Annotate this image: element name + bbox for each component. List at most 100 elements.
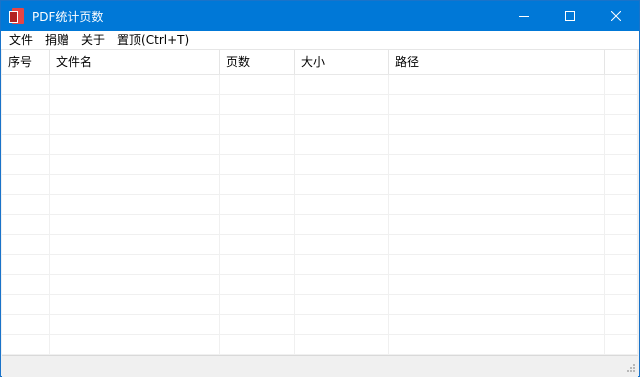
pdf-app-icon xyxy=(9,8,25,24)
grid-cell xyxy=(50,235,220,254)
grid-cell xyxy=(50,115,220,134)
grid-cell xyxy=(295,215,389,234)
empty-grid-row xyxy=(2,255,638,275)
grid-cell xyxy=(295,255,389,274)
column-header-size[interactable]: 大小 xyxy=(295,50,389,74)
grid-cell xyxy=(50,75,220,94)
grid-cell xyxy=(295,155,389,174)
grid-cell xyxy=(605,255,638,274)
grid-cell xyxy=(389,195,605,214)
grid-cell xyxy=(220,215,295,234)
grid-cell xyxy=(295,195,389,214)
grid-cell xyxy=(605,135,638,154)
empty-grid-row xyxy=(2,115,638,135)
window-title: PDF统计页数 xyxy=(32,9,104,24)
menu-about[interactable]: 关于 xyxy=(75,31,111,49)
grid-cell xyxy=(2,195,50,214)
grid-cell xyxy=(2,75,50,94)
empty-grid-row xyxy=(2,135,638,155)
grid-cell xyxy=(295,95,389,114)
grid-cell xyxy=(2,255,50,274)
grid-cell xyxy=(389,75,605,94)
grid-cell xyxy=(389,175,605,194)
menu-topmost[interactable]: 置顶(Ctrl+T) xyxy=(111,31,195,49)
empty-grid-row xyxy=(2,155,638,175)
grid-cell xyxy=(295,315,389,334)
grid-cell xyxy=(50,335,220,354)
grid-cell xyxy=(220,95,295,114)
grid-cell xyxy=(389,275,605,294)
grid-cell xyxy=(50,195,220,214)
grid-cell xyxy=(295,235,389,254)
grid-cell xyxy=(2,335,50,354)
column-header-filename[interactable]: 文件名 xyxy=(50,50,220,74)
grid-cell xyxy=(220,155,295,174)
minimize-button[interactable] xyxy=(501,1,547,31)
grid-cell xyxy=(295,135,389,154)
grid-cell xyxy=(389,315,605,334)
pdf-icon-page-front xyxy=(9,11,18,23)
list-header: 序号 文件名 页数 大小 路径 xyxy=(2,50,638,75)
empty-grid-row xyxy=(2,75,638,95)
grid-cell xyxy=(220,195,295,214)
grid-cell xyxy=(50,295,220,314)
grid-cell xyxy=(389,295,605,314)
grid-cell xyxy=(605,215,638,234)
column-header-pages[interactable]: 页数 xyxy=(220,50,295,74)
grid-cell xyxy=(2,115,50,134)
maximize-button[interactable] xyxy=(547,1,593,31)
menu-file[interactable]: 文件 xyxy=(3,31,39,49)
menu-bar: 文件 捐赠 关于 置顶(Ctrl+T) xyxy=(1,31,639,50)
grid-cell xyxy=(220,235,295,254)
empty-grid-row xyxy=(2,215,638,235)
grid-cell xyxy=(50,175,220,194)
grid-cell xyxy=(50,275,220,294)
grid-cell xyxy=(605,195,638,214)
size-grip-icon[interactable] xyxy=(624,363,636,375)
grid-cell xyxy=(50,215,220,234)
grid-cell xyxy=(605,235,638,254)
close-button[interactable] xyxy=(593,1,639,31)
empty-grid-row xyxy=(2,335,638,354)
grid-cell xyxy=(220,115,295,134)
grid-cell xyxy=(2,135,50,154)
grid-cell xyxy=(295,175,389,194)
grid-cell xyxy=(2,295,50,314)
column-header-filler xyxy=(605,50,638,74)
grid-cell xyxy=(295,335,389,354)
grid-cell xyxy=(2,275,50,294)
column-header-path[interactable]: 路径 xyxy=(389,50,605,74)
status-bar xyxy=(2,355,638,377)
grid-cell xyxy=(2,175,50,194)
empty-grid-row xyxy=(2,275,638,295)
grid-cell xyxy=(2,155,50,174)
grid-cell xyxy=(389,115,605,134)
grid-cell xyxy=(389,235,605,254)
grid-cell xyxy=(295,75,389,94)
empty-grid-row xyxy=(2,235,638,255)
grid-cell xyxy=(220,275,295,294)
grid-cell xyxy=(605,95,638,114)
empty-grid-row xyxy=(2,195,638,215)
menu-donate[interactable]: 捐赠 xyxy=(39,31,75,49)
grid-cell xyxy=(605,275,638,294)
grid-cell xyxy=(50,255,220,274)
grid-cell xyxy=(389,335,605,354)
grid-cell xyxy=(605,295,638,314)
grid-cell xyxy=(220,295,295,314)
minimize-icon xyxy=(519,16,529,17)
window-controls xyxy=(501,1,639,31)
grid-cell xyxy=(50,95,220,114)
file-list-view[interactable]: 序号 文件名 页数 大小 路径 xyxy=(2,50,638,354)
grid-cell xyxy=(50,315,220,334)
maximize-icon xyxy=(565,11,575,21)
grid-cell xyxy=(389,155,605,174)
grid-cell xyxy=(605,115,638,134)
grid-cell xyxy=(220,315,295,334)
title-bar[interactable]: PDF统计页数 xyxy=(1,1,639,31)
grid-cell xyxy=(389,135,605,154)
column-header-index[interactable]: 序号 xyxy=(2,50,50,74)
list-body xyxy=(2,75,638,354)
grid-cell xyxy=(295,275,389,294)
empty-grid-row xyxy=(2,315,638,335)
